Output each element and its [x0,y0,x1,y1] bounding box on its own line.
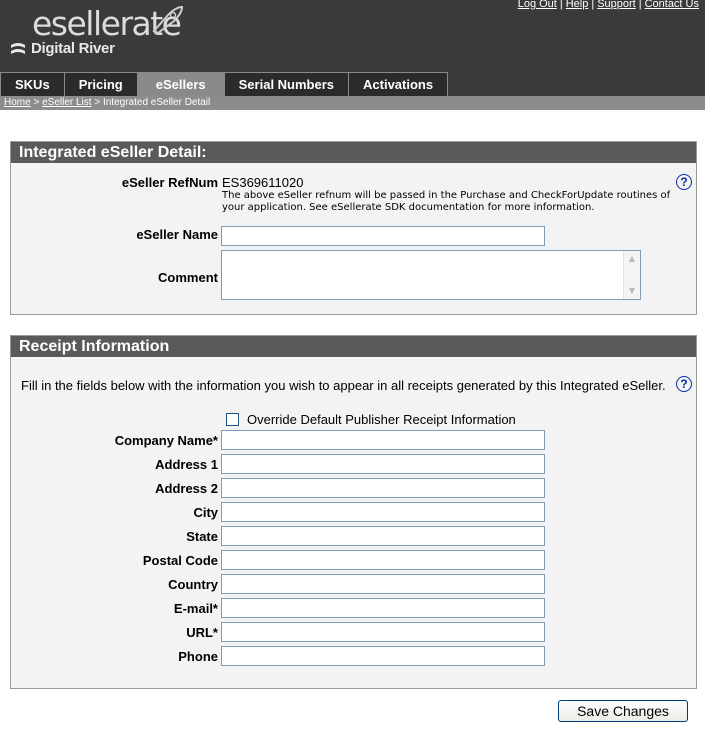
eseller-name-input[interactable] [221,226,545,246]
address1-label: Address 1 [155,457,218,472]
support-link[interactable]: Support [597,0,636,10]
address1-input[interactable] [221,454,545,474]
eseller-detail-title: Integrated eSeller Detail: [11,142,696,163]
url-input[interactable] [221,622,545,642]
country-input[interactable] [221,574,545,594]
url-label: URL* [186,625,218,640]
contact-us-link[interactable]: Contact Us [645,0,699,10]
app-header: esellerate Digital River Log Out | Help | Su… [0,0,705,96]
postal-code-input[interactable] [221,550,545,570]
save-changes-button[interactable]: Save Changes [558,700,688,722]
phone-label: Phone [178,649,218,664]
email-label: E-mail* [173,601,218,616]
breadcrumb: Home > eSeller List > Integrated eSeller… [0,96,705,110]
receipt-info-title: Receipt Information [11,336,696,357]
top-links: Log Out | Help | Support | Contact Us [517,0,699,10]
logout-link[interactable]: Log Out [518,0,557,10]
refnum-label: eSeller RefNum [121,175,218,190]
breadcrumb-eseller-list-link[interactable]: eSeller List [42,97,91,108]
override-label: Override Default Publisher Receipt Infor… [247,412,516,427]
receipt-intro: Fill in the fields below with the inform… [21,378,666,393]
phone-input[interactable] [221,646,545,666]
rocket-icon [152,5,184,35]
country-label: Country [168,577,218,592]
tab-pricing[interactable]: Pricing [64,72,138,96]
city-input[interactable] [221,502,545,522]
breadcrumb-current: Integrated eSeller Detail [102,97,211,108]
state-label: State [186,529,218,544]
comment-textarea[interactable]: ▲ ▼ [221,250,641,300]
postal-code-label: Postal Code [142,553,218,568]
main-tabs: SKUs Pricing eSellers Serial Numbers Act… [0,72,449,96]
refnum-value: ES369611020 [222,175,304,190]
breadcrumb-home-link[interactable]: Home [4,97,31,108]
receipt-help-icon[interactable]: ? [676,376,692,392]
address2-input[interactable] [221,478,545,498]
digital-river-logo: Digital River [10,40,115,57]
city-label: City [193,505,218,520]
scroll-up-icon[interactable]: ▲ [626,253,638,265]
eseller-detail-panel: Integrated eSeller Detail: eSeller RefNu… [10,141,697,315]
eseller-name-label: eSeller Name [136,227,218,242]
company-name-input[interactable] [221,430,545,450]
tab-esellers[interactable]: eSellers [137,72,225,96]
scroll-down-icon[interactable]: ▼ [626,285,638,297]
digital-river-mark-icon [11,42,25,54]
refnum-note: The above eSeller refnum will be passed … [222,190,671,213]
company-name-label: Company Name* [114,433,218,448]
override-checkbox[interactable] [226,413,239,426]
tab-skus[interactable]: SKUs [0,72,65,96]
address2-label: Address 2 [155,481,218,496]
tab-activations[interactable]: Activations [349,72,449,96]
state-input[interactable] [221,526,545,546]
detail-help-icon[interactable]: ? [676,174,692,190]
receipt-info-panel: Receipt Information Fill in the fields b… [10,335,697,689]
email-input[interactable] [221,598,545,618]
comment-label: Comment [158,270,218,285]
tab-serial-numbers[interactable]: Serial Numbers [224,72,350,96]
comment-scrollbar[interactable]: ▲ ▼ [623,251,640,299]
digital-river-label: Digital River [31,40,115,57]
help-link[interactable]: Help [566,0,589,10]
override-row: Override Default Publisher Receipt Infor… [226,412,516,427]
